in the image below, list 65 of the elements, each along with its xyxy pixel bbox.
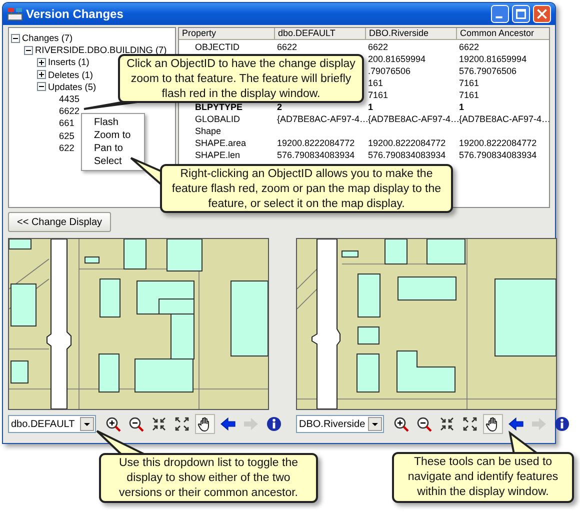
column-header[interactable]: DBO.Riverside <box>366 28 457 40</box>
table-cell-text: {AD7BE8AC-AF97-4… <box>458 114 549 124</box>
table-cell-text: 19200.8222084772 <box>458 138 538 148</box>
column-header[interactable]: Common Ancestor <box>457 28 549 40</box>
menu-item[interactable]: Flash <box>82 116 144 129</box>
maximize-button[interactable] <box>512 5 530 23</box>
tree-item[interactable]: Changes (7) <box>22 33 73 44</box>
version-dropdown[interactable]: DBO.Riverside <box>296 415 384 433</box>
tree-item[interactable]: 625 <box>59 130 74 141</box>
table-cell-text: 2 <box>276 102 284 112</box>
hand-icon[interactable] <box>483 414 503 434</box>
table-cell-text: 200.81659994 <box>367 54 427 64</box>
table-cell-text: 576.790834083934 <box>367 150 447 160</box>
collapse-toggle-icon[interactable] <box>11 34 20 43</box>
table-cell-text: {AD7BE8AC-AF97-4… <box>276 114 366 124</box>
table-cell-text: 7161 <box>458 78 480 88</box>
table-cell-text: {AD7BE8AC-AF97-4… <box>368 114 457 124</box>
table-cell-text: OBJECTID <box>194 42 241 52</box>
table-cell-text: SHAPE.len <box>194 150 242 160</box>
table-cell-text: 6622 <box>367 42 390 52</box>
table-cell-text: 1 <box>367 102 374 112</box>
menu-item[interactable]: Zoom to <box>82 129 144 142</box>
hand-icon[interactable] <box>195 414 215 434</box>
tree-item[interactable]: 6622 <box>59 106 80 116</box>
expand-toggle-icon[interactable] <box>37 58 46 67</box>
collapse-toggle-icon[interactable] <box>37 82 46 92</box>
table-cell-text: 19200.81659994 <box>458 54 528 64</box>
callout: Right-clicking an ObjectID allows you to make the feature flash red, zoom or pan the map display to the feature, or select it on the map display. <box>160 164 453 213</box>
menu-item[interactable]: Pan to <box>82 142 144 155</box>
table-cell-text: 576.79076506 <box>458 66 518 76</box>
version-dropdown[interactable]: dbo.DEFAULT <box>8 415 96 433</box>
tree-item[interactable]: 622 <box>59 142 74 153</box>
callout: Click an ObjectID to have the change display zoom to that feature. The feature will briefly flash red in the display window. <box>118 54 364 103</box>
window-title: Version Changes <box>26 7 124 21</box>
table-cell-text: GLOBALID <box>194 114 242 124</box>
table-cell-text: BLPYTYPE <box>194 102 244 112</box>
column-header[interactable]: dbo.DEFAULT <box>275 28 366 40</box>
table-cell-text: 7161 <box>458 90 480 100</box>
table-cell-text: 576.790834083934 <box>458 150 538 160</box>
tree-item[interactable]: 4435 <box>59 94 80 104</box>
tree-item[interactable]: Deletes (1) <box>48 70 93 80</box>
column-header[interactable]: Property <box>179 28 275 40</box>
app-icon <box>7 6 23 22</box>
tree-item[interactable]: Inserts (1) <box>48 57 90 68</box>
collapse-toggle-icon[interactable] <box>24 46 33 55</box>
minimize-button[interactable] <box>491 5 509 23</box>
table-cell-text: 576.790834083934 <box>276 150 356 160</box>
table-cell-text: SHAPE.area <box>194 138 248 148</box>
table-cell-text: 1 <box>458 102 466 112</box>
table-cell-text: Shape <box>194 126 222 136</box>
table-cell-text: 6622 <box>276 42 298 52</box>
table-cell-text: 6622 <box>458 42 480 52</box>
identify-icon[interactable] <box>264 414 284 434</box>
table-cell-text: 19200.8222084772 <box>276 138 356 148</box>
identify-icon[interactable] <box>552 414 572 434</box>
expand-toggle-icon[interactable] <box>37 70 46 80</box>
close-button[interactable] <box>533 5 551 23</box>
menu-item[interactable]: Select <box>82 155 144 168</box>
table-cell-text: 7161 <box>367 90 390 100</box>
table-cell-text: 19200.8222084772 <box>367 138 447 148</box>
tree-item[interactable]: 661 <box>59 118 74 128</box>
table-cell-text: 161 <box>367 78 384 88</box>
tree-item[interactable]: Updates (5) <box>48 82 96 92</box>
change-display-button[interactable]: << Change Display <box>8 212 112 232</box>
table-cell-text: .79076506 <box>367 66 412 76</box>
